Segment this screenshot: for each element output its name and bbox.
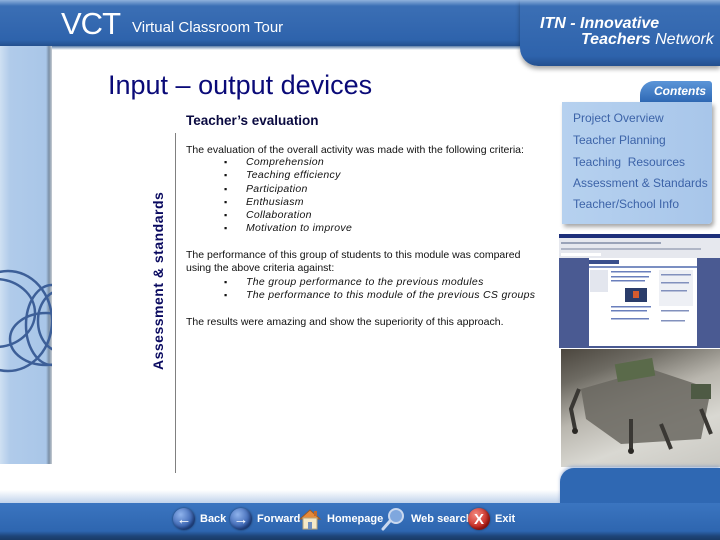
bullet-icon: ▪ <box>224 196 228 207</box>
comparison-text: The performance to this module of the pr… <box>246 289 536 302</box>
robot-image-icon <box>568 357 713 454</box>
comparison-item: ▪ The performance to this module of the p… <box>186 289 535 302</box>
criteria-text: Teaching efficiency <box>246 169 341 182</box>
criteria-item: ▪ Enthusiasm <box>186 196 352 209</box>
contents-item-teacher-school-info[interactable]: Teacher/School Info <box>573 197 679 211</box>
criteria-text: Participation <box>246 182 308 195</box>
left-decorative-strip <box>0 46 52 464</box>
section-title: Teacher’s evaluation <box>186 113 319 128</box>
back-arrow-icon: ← <box>173 508 195 530</box>
web-search-label: Web search <box>411 513 473 525</box>
contents-tab: Contents <box>640 81 712 102</box>
homepage-button[interactable]: Homepage <box>298 507 383 531</box>
back-button[interactable]: ← Back <box>173 507 226 531</box>
section-side-label: Assessment & standards <box>150 191 166 370</box>
comparison-list: ▪ The group performance to the previous m… <box>186 276 535 303</box>
footer-shadow <box>0 490 560 504</box>
web-search-button[interactable]: Web search <box>380 507 473 531</box>
vertical-divider <box>175 133 176 473</box>
exit-label: Exit <box>495 513 516 525</box>
bullet-icon: ▪ <box>224 290 228 301</box>
criteria-text: Comprehension <box>246 156 325 168</box>
criteria-text: Motivation to improve <box>246 222 353 235</box>
bullet-icon: ▪ <box>224 210 228 221</box>
vct-subtitle: Virtual Classroom Tour <box>132 19 284 36</box>
robot-photo <box>561 349 720 467</box>
page-title: Input – output devices <box>108 70 373 100</box>
forward-label: Forward <box>257 513 301 525</box>
criteria-item: ▪ Participation <box>186 183 352 196</box>
criteria-item: ▪ Teaching efficiency <box>186 169 352 182</box>
bullet-icon: ▪ <box>224 183 228 194</box>
forward-arrow-icon: → <box>230 508 252 530</box>
criteria-text: Collaboration <box>246 209 312 222</box>
comparison-item: ▪ The group performance to the previous m… <box>186 276 535 289</box>
screenshot-image-icon <box>559 234 720 346</box>
homepage-label: Homepage <box>327 513 384 525</box>
comparison-intro: The performance of this group of student… <box>186 249 521 275</box>
contents-item-assessment-standards[interactable]: Assessment & Standards <box>573 176 708 190</box>
bullet-icon: ▪ <box>224 223 228 234</box>
exit-button[interactable]: X Exit <box>468 507 515 531</box>
back-label: Back <box>200 513 227 525</box>
comparison-text: The group performance to the previous mo… <box>246 276 484 288</box>
bullet-icon: ▪ <box>224 170 228 181</box>
conclusion-text: The results were amazing and show the su… <box>186 316 504 328</box>
forward-button[interactable]: → Forward <box>230 507 300 531</box>
exit-x-icon: X <box>468 508 490 530</box>
contents-item-teacher-planning[interactable]: Teacher Planning <box>573 133 666 147</box>
criteria-item: ▪ Motivation to improve <box>186 222 352 235</box>
criteria-item: ▪ Comprehension <box>186 156 352 169</box>
vct-logo: VCT <box>61 6 121 41</box>
contents-item-project-overview[interactable]: Project Overview <box>573 111 664 125</box>
criteria-list: ▪ Comprehension ▪ Teaching efficiency ▪ Par… <box>186 156 352 236</box>
criteria-item: ▪ Collaboration <box>186 209 352 222</box>
header-shadow <box>0 46 540 50</box>
magnifier-icon <box>381 508 404 531</box>
footer-bump <box>560 468 720 508</box>
bullet-icon: ▪ <box>224 157 228 167</box>
home-icon <box>298 509 322 530</box>
contents-tab-label: Contents <box>654 84 706 98</box>
network-title-rest: Network <box>650 31 714 48</box>
criteria-text: Enthusiasm <box>246 195 304 208</box>
network-title-line2: Teachers Network <box>581 31 714 49</box>
rings-decoration-icon <box>0 269 52 373</box>
bullet-icon: ▪ <box>224 277 228 287</box>
contents-menu: Project Overview Teacher Planning Teachi… <box>562 102 712 224</box>
network-title-bold: Teachers <box>581 31 651 48</box>
website-screenshot-photo <box>559 234 720 348</box>
contents-item-teaching-resources[interactable]: Teaching Resources <box>573 155 685 169</box>
